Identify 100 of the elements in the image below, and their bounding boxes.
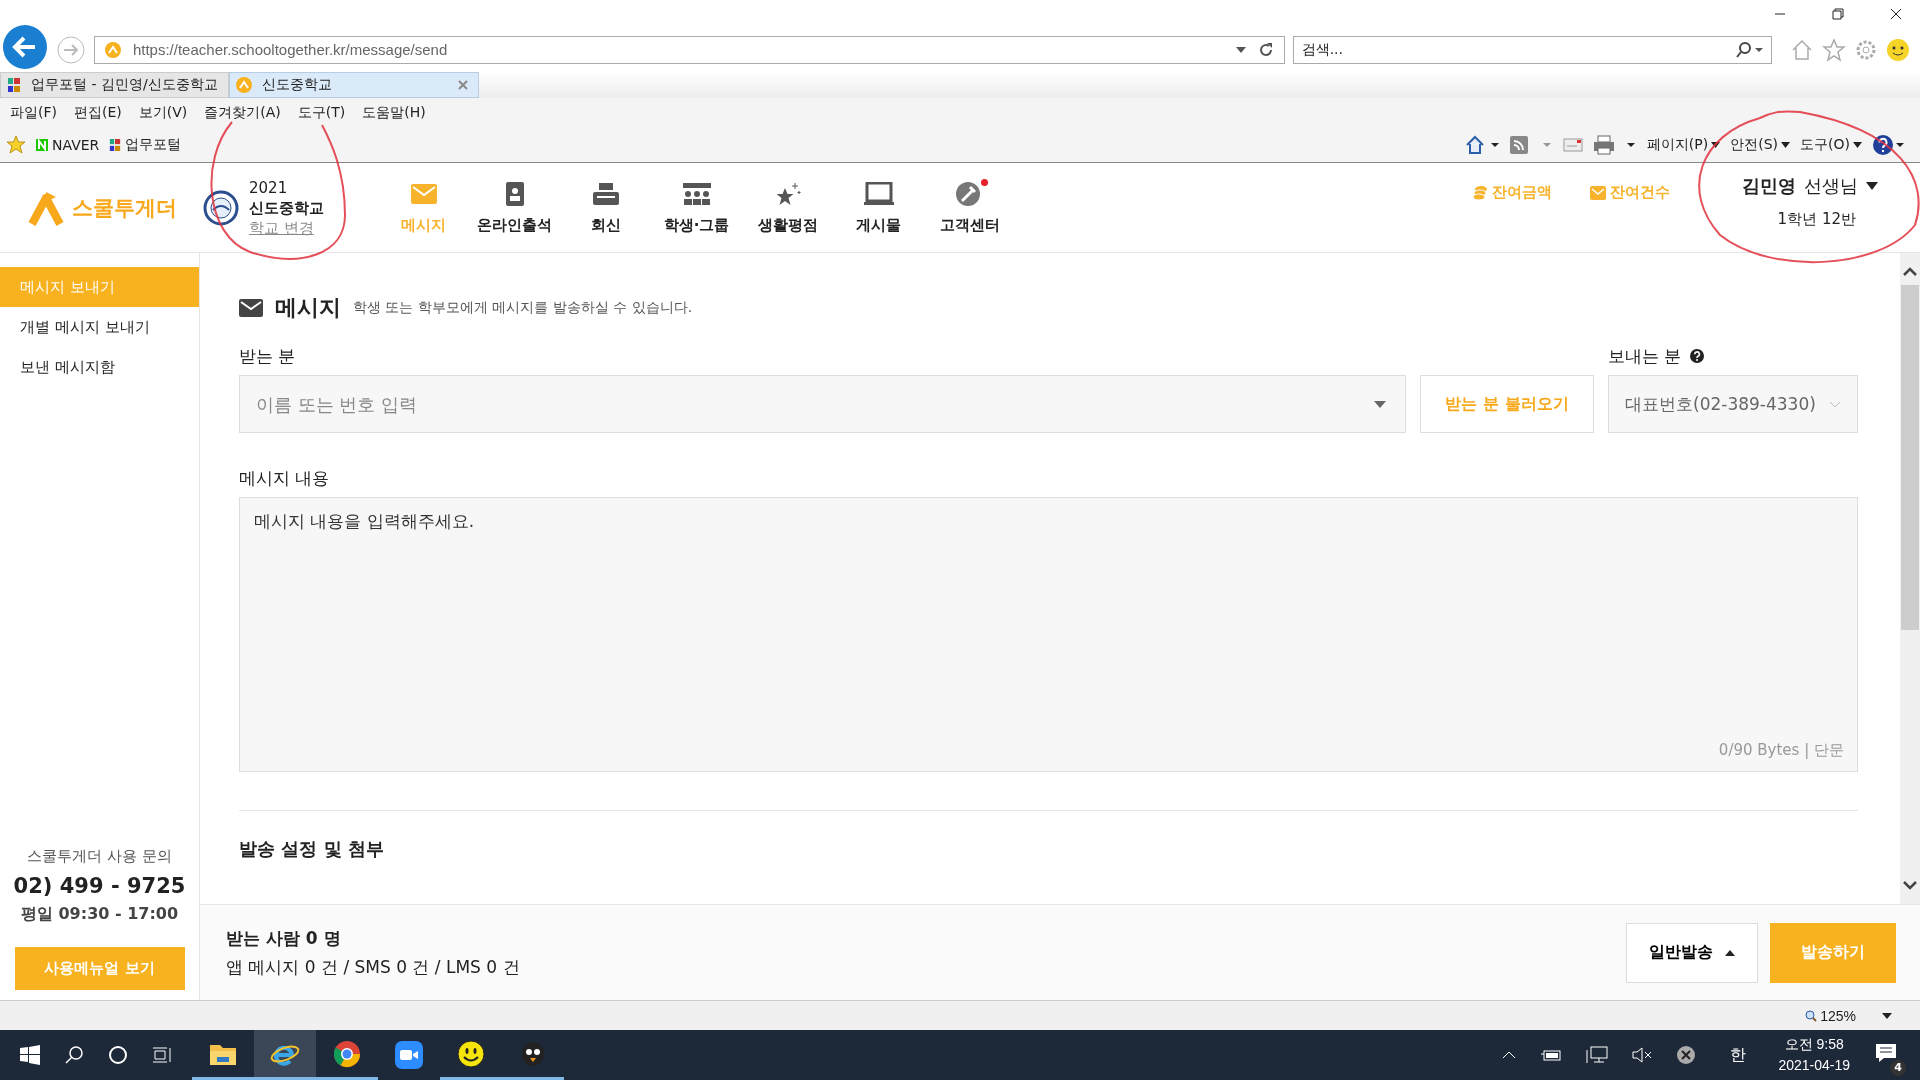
sparkle-star-icon	[774, 182, 801, 206]
search-icon[interactable]	[64, 1045, 84, 1065]
battery-icon[interactable]	[1540, 1048, 1563, 1062]
content-label: 메시지 내용	[239, 467, 331, 489]
command-menu[interactable]: 페이지(P)	[1646, 136, 1721, 155]
video-camera-icon	[395, 1041, 423, 1069]
search-icon[interactable]	[1735, 41, 1764, 58]
group-icon	[682, 183, 711, 205]
dropdown-arrow-icon[interactable]	[1882, 1012, 1892, 1019]
caret-icon[interactable]	[1866, 182, 1878, 190]
cortana-circle-icon[interactable]	[108, 1045, 128, 1065]
nav-tab[interactable]: 생활평점	[742, 180, 833, 235]
scroll-down-icon[interactable]	[1903, 880, 1917, 890]
menu-item[interactable]: 도구(T)	[297, 104, 346, 123]
menu-item[interactable]: 보기(V)	[138, 104, 188, 123]
contact-phone: 02) 499 - 9725	[13, 874, 186, 898]
favorite-link[interactable]: 업무포털	[109, 136, 182, 155]
naver-logo-icon	[36, 139, 48, 152]
clock-time[interactable]: 오전 9:58	[1784, 1034, 1844, 1055]
menu-item[interactable]: 즐겨찾기(A)	[204, 104, 281, 123]
sidebar-item[interactable]: 개별 메시지 보내기	[0, 307, 199, 347]
recipient-field[interactable]: 이름 또는 번호 입력	[239, 375, 1406, 433]
id-card-icon	[505, 182, 524, 206]
byte-counter: 0/90 Bytes | 단문	[1718, 741, 1844, 760]
chevron-down-icon	[1829, 400, 1841, 408]
site-logo-icon	[235, 77, 252, 94]
page-subtitle: 학생 또는 학부모에게 메시지를 발송하실 수 있습니다.	[353, 299, 693, 317]
refresh-icon[interactable]	[1257, 41, 1274, 58]
school-emblem-icon	[203, 189, 239, 226]
recipient-label: 받는 분	[239, 345, 297, 367]
restore-icon[interactable]	[1832, 7, 1844, 20]
section-heading[interactable]: 발송 설정 및 첨부	[239, 837, 384, 861]
contact-hours: 평일 09:30 - 17:00	[20, 904, 179, 925]
dropdown-arrow-icon[interactable]	[1235, 46, 1246, 53]
envelope-icon	[410, 184, 437, 204]
nav-tab[interactable]: 온라인출석	[469, 180, 560, 235]
nav-tab[interactable]: 회신	[560, 180, 651, 235]
printer-icon[interactable]	[1592, 135, 1637, 156]
user-name[interactable]: 김민영	[1742, 174, 1796, 198]
school-year: 2021	[249, 177, 289, 198]
user-class: 1학년 12반	[1777, 210, 1856, 229]
ime-indicator[interactable]: 한	[1730, 1044, 1747, 1066]
school-name: 신도중학교	[249, 197, 324, 218]
tab-label: 신도중학교	[261, 76, 333, 95]
magnifier-icon	[1805, 1009, 1818, 1022]
sidebar-item[interactable]: 보낸 메시지함	[0, 347, 199, 387]
user-title: 선생님	[1804, 174, 1858, 198]
command-menu[interactable]: 안전(S)	[1730, 136, 1791, 155]
windows-start-icon[interactable]	[20, 1045, 40, 1065]
send-mode-button[interactable]: 일반발송	[1626, 922, 1758, 983]
printer-icon	[592, 183, 619, 205]
menu-item[interactable]: 도움말(H)	[362, 104, 426, 123]
sender-dropdown[interactable]: 대표번호(02-389-4330)	[1608, 375, 1858, 433]
home-icon[interactable]	[1464, 135, 1499, 156]
notification-count: 4	[1890, 1060, 1906, 1076]
chevron-up-icon[interactable]	[1502, 1050, 1517, 1060]
contact-title: 스쿨투게더 사용 문의	[27, 847, 172, 866]
message-breakdown: 앱 메시지 0 건 / SMS 0 건 / LMS 0 건	[226, 955, 520, 979]
envelope-icon	[239, 299, 263, 317]
mail-icon[interactable]	[1562, 138, 1583, 153]
command-menu[interactable]: 도구(O)	[1800, 136, 1862, 155]
site-logo-icon	[104, 41, 121, 58]
browser-tab[interactable]: 신도중학교	[228, 72, 479, 99]
notification-icon[interactable]	[1874, 1042, 1898, 1064]
help-icon[interactable]	[1872, 134, 1906, 157]
scrollbar-thumb[interactable]	[1901, 285, 1919, 630]
smiley-icon	[457, 1039, 485, 1068]
recipient-count: 받는 사람 0 명	[226, 926, 342, 950]
tab-label: 업무포털 - 김민영/신도중학교	[31, 76, 218, 95]
scroll-up-icon[interactable]	[1903, 267, 1917, 277]
zoom-level[interactable]: 125%	[1805, 1007, 1856, 1024]
caret-icon	[1853, 142, 1862, 149]
favorite-link[interactable]: NAVER	[36, 137, 100, 154]
close-icon[interactable]	[1890, 7, 1902, 20]
menu-item[interactable]: 파일(F)	[10, 104, 57, 123]
portal-icon	[109, 138, 122, 153]
help-icon[interactable]	[1689, 348, 1706, 364]
muted-speaker-icon[interactable]	[1632, 1047, 1653, 1063]
coins-icon	[1472, 184, 1488, 201]
close-circle-icon[interactable]	[1676, 1045, 1697, 1065]
clock-date[interactable]: 2021-04-19	[1778, 1055, 1850, 1076]
task-view-icon[interactable]	[152, 1045, 172, 1065]
nav-tab[interactable]: 고객센터	[924, 180, 1015, 235]
star-icon[interactable]	[1822, 37, 1847, 62]
address-field[interactable]: https://teacher.schooltogether.kr/message/send	[93, 35, 1285, 64]
change-school-link[interactable]: 학교 변경	[249, 217, 324, 238]
smiley-icon[interactable]	[1886, 37, 1910, 62]
monitor-icon	[863, 182, 894, 206]
network-icon[interactable]	[1586, 1046, 1609, 1064]
feed-icon[interactable]	[1508, 135, 1553, 156]
search-field[interactable]: 검색...	[1292, 35, 1773, 64]
close-tab-icon[interactable]	[457, 80, 468, 91]
logo-text: 스쿨투게더	[72, 194, 177, 222]
nav-tab[interactable]: 게시물	[833, 180, 924, 235]
penguin-icon	[519, 1039, 547, 1068]
favorites-star-icon[interactable]	[6, 135, 26, 156]
nav-tab[interactable]: 학생·그룹	[651, 180, 742, 235]
menu-item[interactable]: 편집(E)	[74, 104, 122, 123]
browser-tab[interactable]: 업무포털 - 김민영/신도중학교	[0, 72, 229, 99]
caret-icon	[1711, 142, 1721, 149]
